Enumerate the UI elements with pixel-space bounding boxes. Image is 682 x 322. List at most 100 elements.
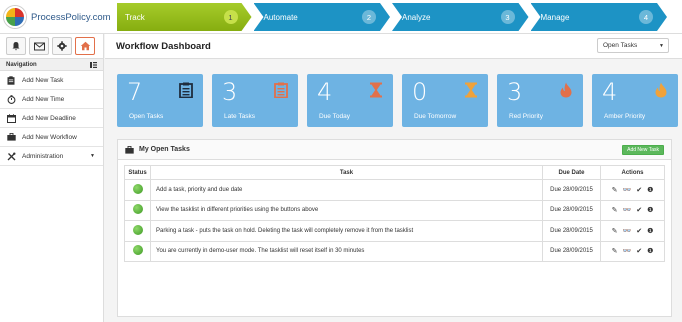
check-icon[interactable]: ✔: [636, 206, 642, 214]
edit-icon[interactable]: ✎: [612, 227, 618, 235]
status-cell: [124, 220, 151, 242]
actions-cell: ✎ 👓 ✔ ❶: [600, 179, 665, 201]
card-label: Amber Priority: [604, 113, 646, 120]
card-label: Due Tomorrow: [414, 113, 457, 120]
actions-cell: ✎ 👓 ✔ ❶: [600, 220, 665, 242]
step-number: 1: [224, 10, 238, 24]
page-header: Workflow Dashboard Open Tasks ▼: [105, 34, 682, 59]
task-cell[interactable]: You are currently in demo-user mode. The…: [150, 240, 543, 262]
main-content: Workflow Dashboard Open Tasks ▼ 7 Open T…: [105, 34, 682, 322]
card-count: 4: [602, 78, 618, 106]
info-icon[interactable]: ❶: [647, 247, 653, 255]
hourglass-icon: [465, 82, 477, 98]
info-icon[interactable]: ❶: [647, 227, 653, 235]
home-icon: [80, 41, 90, 51]
card-due-tomorrow[interactable]: 0 Due Tomorrow: [402, 74, 488, 127]
tools-icon: [6, 151, 16, 161]
chevron-down-icon: ▼: [90, 153, 95, 159]
step-analyze[interactable]: Analyze 3: [392, 3, 529, 31]
sidebar-item-label: Add New Workflow: [22, 133, 77, 141]
task-cell[interactable]: Parking a task - puts the task on hold. …: [150, 220, 543, 242]
column-header-due-date[interactable]: Due Date: [542, 165, 601, 180]
status-indicator-icon: [132, 245, 143, 256]
check-icon[interactable]: ✔: [636, 227, 642, 235]
column-header-actions: Actions: [600, 165, 665, 180]
check-icon[interactable]: ✔: [636, 247, 642, 255]
sidebar-item-label: Add New Deadline: [22, 114, 76, 122]
due-date-cell: Due 28/09/2015: [542, 220, 601, 242]
sidebar-item-add-new-workflow[interactable]: Add New Workflow: [0, 128, 103, 147]
info-icon[interactable]: ❶: [647, 206, 653, 214]
task-cell[interactable]: View the tasklist in different prioritie…: [150, 199, 543, 221]
status-cell: [124, 240, 151, 262]
briefcase-icon: [125, 145, 134, 154]
settings-button[interactable]: [52, 37, 72, 55]
info-icon[interactable]: ❶: [647, 186, 653, 194]
step-label: Analyze: [402, 12, 431, 22]
view-select[interactable]: Open Tasks ▼: [597, 38, 669, 53]
card-open-tasks[interactable]: 7 Open Tasks: [117, 74, 203, 127]
column-header-status[interactable]: Status: [124, 165, 151, 180]
card-count: 3: [222, 78, 238, 106]
check-icon[interactable]: ✔: [636, 186, 642, 194]
card-late-tasks[interactable]: 3 Late Tasks: [212, 74, 298, 127]
actions-cell: ✎ 👓 ✔ ❶: [600, 199, 665, 221]
binoculars-icon[interactable]: 👓: [623, 206, 632, 214]
sidebar-item-add-new-task[interactable]: Add New Task: [0, 71, 103, 90]
binoculars-icon[interactable]: 👓: [623, 227, 632, 235]
brand[interactable]: ProcessPolicy.com: [4, 4, 114, 30]
card-label: Red Priority: [509, 113, 543, 120]
panel-title: My Open Tasks: [139, 146, 190, 153]
status-indicator-icon: [132, 183, 143, 194]
step-track[interactable]: Track 1: [117, 3, 252, 31]
table-header-row: Status Task Due Date Actions: [124, 165, 665, 180]
card-label: Due Today: [319, 113, 350, 120]
card-red-priority[interactable]: 3 Red Priority: [497, 74, 583, 127]
clipboard-icon: [179, 82, 193, 98]
sidebar-item-label: Add New Task: [22, 76, 64, 84]
hourglass-icon: [370, 82, 382, 98]
add-new-task-button[interactable]: Add New Task: [622, 145, 664, 155]
table-row[interactable]: Add a task, priority and due date Due 28…: [124, 179, 665, 201]
gear-icon: [57, 41, 67, 51]
table-row[interactable]: You are currently in demo-user mode. The…: [124, 240, 665, 262]
messages-button[interactable]: [29, 37, 49, 55]
brand-logo: [4, 6, 26, 28]
edit-icon[interactable]: ✎: [612, 186, 618, 194]
tasks-table: Status Task Due Date Actions Add a task,…: [124, 165, 665, 262]
briefcase-icon: [6, 132, 16, 142]
card-label: Open Tasks: [129, 113, 164, 120]
binoculars-icon[interactable]: 👓: [623, 186, 632, 194]
flame-icon: [655, 82, 667, 98]
table-row[interactable]: Parking a task - puts the task on hold. …: [124, 220, 665, 242]
workflow-steps: Track 1 Automate 2 Analyze 3 Manage 4: [117, 3, 669, 31]
binoculars-icon[interactable]: 👓: [623, 247, 632, 255]
step-automate[interactable]: Automate 2: [254, 3, 391, 31]
sidebar-item-add-new-time[interactable]: Add New Time: [0, 90, 103, 109]
due-date-cell: Due 28/09/2015: [542, 199, 601, 221]
edit-icon[interactable]: ✎: [612, 206, 618, 214]
sidebar-item-administration[interactable]: Administration ▼: [0, 147, 103, 166]
card-count: 0: [412, 78, 428, 106]
page-title: Workflow Dashboard: [116, 40, 211, 52]
sidebar-icon-bar: [0, 34, 103, 58]
view-select-value: Open Tasks: [603, 42, 638, 49]
table-row[interactable]: View the tasklist in different prioritie…: [124, 199, 665, 221]
list-toggle-icon[interactable]: [90, 61, 97, 68]
sidebar-item-label: Administration: [22, 152, 64, 160]
notifications-button[interactable]: [6, 37, 26, 55]
task-cell[interactable]: Add a task, priority and due date: [150, 179, 543, 201]
panel-header: My Open Tasks Add New Task: [118, 140, 671, 160]
card-due-today[interactable]: 4 Due Today: [307, 74, 393, 127]
flame-icon: [560, 82, 572, 98]
card-amber-priority[interactable]: 4 Amber Priority: [592, 74, 678, 127]
edit-icon[interactable]: ✎: [612, 247, 618, 255]
sidebar-item-add-new-deadline[interactable]: Add New Deadline: [0, 109, 103, 128]
status-cell: [124, 179, 151, 201]
home-button[interactable]: [75, 37, 95, 55]
step-manage[interactable]: Manage 4: [531, 3, 668, 31]
bell-icon: [12, 42, 20, 51]
column-header-task[interactable]: Task: [150, 165, 543, 180]
step-label: Automate: [263, 12, 298, 22]
step-number: 3: [501, 10, 515, 24]
